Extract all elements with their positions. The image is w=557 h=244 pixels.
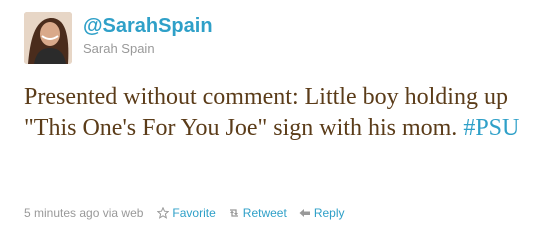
timestamp-link[interactable]: 5 minutes ago [24,206,99,220]
retweet-icon [229,209,238,217]
full-name: Sarah Spain [83,41,155,56]
tweet-text-body: Presented without comment: Little boy ho… [24,84,508,141]
hashtag-link[interactable]: #PSU [463,115,519,141]
tweet-meta: 5 minutes ago via web Favorite Retweet R… [24,204,345,222]
favorite-label: Favorite [172,206,216,220]
reply-button[interactable]: Reply [299,206,345,220]
avatar[interactable] [24,12,72,64]
reply-arrow-icon [299,209,310,217]
screen-name-link[interactable]: @SarahSpain [83,15,213,38]
favorite-button[interactable]: Favorite [157,206,216,220]
reply-label: Reply [313,206,345,220]
tweet-text: Presented without comment: Little boy ho… [24,82,549,144]
tweet: @SarahSpain Sarah Spain Presented withou… [0,0,557,244]
retweet-button[interactable]: Retweet [228,206,287,220]
avatar-image [24,12,72,64]
star-icon [157,207,170,219]
retweet-label: Retweet [242,206,287,220]
via-source: via web [102,206,144,220]
